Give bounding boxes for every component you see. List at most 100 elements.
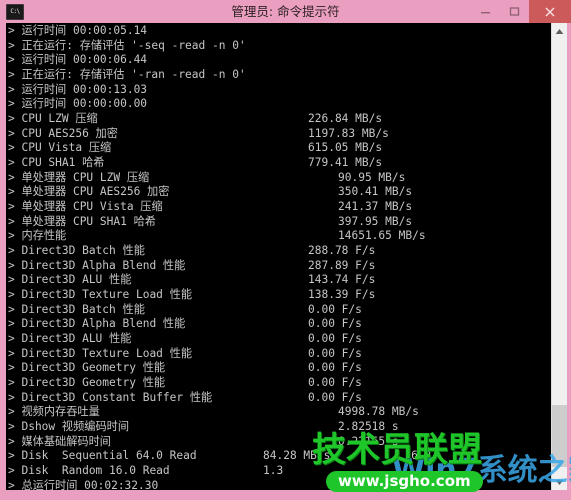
console-line-label: > Direct3D Batch 性能 — [8, 244, 145, 258]
console-line: > CPU Vista 压缩 615.05 MB/s — [8, 141, 544, 156]
console-line-label: > 视频内存吞吐量 — [8, 405, 100, 419]
scroll-up-arrow-icon[interactable] — [552, 23, 567, 39]
console-line-value: 0.00 F/s — [308, 317, 362, 331]
console-line-label: > Direct3D ALU 性能 — [8, 332, 132, 346]
window-controls — [471, 0, 571, 23]
console-line: > CPU LZW 压缩 226.84 MB/s — [8, 112, 544, 127]
console-line-label: > 运行时间 00:00:00.00 — [8, 97, 148, 111]
console-line: > 单处理器 CPU AES256 加密 350.41 MB/s — [8, 185, 544, 200]
scrollbar-thumb[interactable] — [552, 405, 567, 467]
console-line: > Direct3D ALU 性能 143.74 F/s — [8, 273, 544, 288]
console-line-value: 287.89 F/s — [308, 258, 376, 272]
console-line: > 媒体基础解码时间 0.22165 s — [8, 435, 544, 450]
console-line-value: 14651.65 MB/s — [338, 229, 426, 243]
console-line-value: 0.00 F/s — [308, 376, 362, 390]
console-line-label: > Direct3D Texture Load 性能 — [8, 346, 193, 360]
console-line-label: > 单处理器 CPU LZW 压缩 — [8, 170, 150, 184]
console-line-value: 1.3 — [263, 464, 284, 478]
console-line: > CPU AES256 加密 1197.83 MB/s — [8, 127, 544, 142]
console-line-value: 226.84 MB/s — [308, 112, 383, 126]
console-line: > Direct3D Geometry 性能 0.00 F/s — [8, 376, 544, 391]
console-line-label: > 单处理器 CPU AES256 加密 — [8, 185, 170, 199]
console-line-value: 2.82518 s — [338, 420, 399, 434]
console-line-value: 0.00 F/s — [308, 346, 362, 360]
console-line-value: 1197.83 MB/s — [308, 126, 389, 140]
console-line-label: > Disk Random 16.0 Read — [8, 464, 170, 478]
console-output-area[interactable]: > 运行时间 00:00:05.14 > 正在运行: 存储评估 '-seq -re… — [6, 23, 551, 490]
console-line-label: > Direct3D Alpha Blend 性能 — [8, 317, 186, 331]
console-line-label: > Direct3D Texture Load 性能 — [8, 288, 193, 302]
console-line-value: 288.78 F/s — [308, 244, 376, 258]
console-line: > 运行时间 00:00:06.44 — [8, 53, 544, 68]
console-line: > Direct3D Batch 性能 288.78 F/s — [8, 244, 544, 259]
console-line: > 单处理器 CPU Vista 压缩 241.37 MB/s — [8, 200, 544, 215]
console-line-label: > 运行时间 00:00:13.03 — [8, 82, 148, 96]
console-text: > 运行时间 00:00:05.14 > 正在运行: 存储评估 '-seq -re… — [8, 24, 544, 490]
console-line: > Direct3D Batch 性能 0.00 F/s — [8, 303, 544, 318]
console-line: > 正在运行: 存储评估 '-ran -read -n 0' — [8, 68, 544, 83]
console-line: > Direct3D Constant Buffer 性能 0.00 F/s — [8, 391, 544, 406]
console-line: > Disk Sequential 64.0 Read 84.28 MB/s 6.… — [8, 449, 544, 464]
console-line-label: > 总运行时间 00:02:32.30 — [8, 478, 159, 490]
console-line-value: 241.37 MB/s — [338, 200, 413, 214]
console-line-label: > Disk Sequential 64.0 Read — [8, 449, 197, 463]
console-line: > 运行时间 00:00:05.14 — [8, 24, 544, 39]
console-line: > 运行时间 00:00:13.03 — [8, 83, 544, 98]
system-menu-icon[interactable]: C:\ — [6, 3, 24, 20]
console-line-value: 779.41 MB/s — [308, 156, 383, 170]
close-button[interactable] — [529, 0, 571, 23]
console-line-value: 0.00 F/s — [308, 332, 362, 346]
console-line: > Direct3D Texture Load 性能 138.39 F/s — [8, 288, 544, 303]
console-line-label: > Direct3D Geometry 性能 — [8, 376, 166, 390]
vertical-scrollbar[interactable] — [551, 23, 567, 490]
console-line: > Disk Random 16.0 Read 1.3 — [8, 464, 544, 479]
console-line-label: > Direct3D Constant Buffer 性能 — [8, 390, 213, 404]
console-line-label: > 运行时间 00:00:06.44 — [8, 53, 148, 67]
console-line: > Direct3D Geometry 性能 0.00 F/s — [8, 361, 544, 376]
console-line-value: 0.00 F/s — [308, 361, 362, 375]
minimize-button[interactable] — [471, 0, 500, 23]
scroll-down-arrow-icon[interactable] — [552, 474, 567, 490]
console-line-value: 90.95 MB/s — [338, 170, 406, 184]
console-line: > Direct3D ALU 性能 0.00 F/s — [8, 332, 544, 347]
console-line-label: > CPU Vista 压缩 — [8, 141, 112, 155]
console-line-value: 350.41 MB/s — [338, 185, 413, 199]
console-line: > 运行时间 00:00:00.00 — [8, 97, 544, 112]
console-line-label: > CPU AES256 加密 — [8, 126, 118, 140]
console-line: > Direct3D Alpha Blend 性能 287.89 F/s — [8, 259, 544, 274]
console-line: > Direct3D Alpha Blend 性能 0.00 F/s — [8, 317, 544, 332]
console-line: > Direct3D Texture Load 性能 0.00 F/s — [8, 347, 544, 362]
console-line-label: > CPU LZW 压缩 — [8, 112, 98, 126]
console-line-label: > Direct3D Alpha Blend 性能 — [8, 258, 186, 272]
console-line-label: > 正在运行: 存储评估 '-ran -read -n 0' — [8, 68, 246, 82]
console-line-value: 397.95 MB/s — [338, 214, 413, 228]
console-line-label: > Dshow 视频编码时间 — [8, 420, 130, 434]
console-line-value: 615.05 MB/s — [308, 141, 383, 155]
title-bar[interactable]: C:\ 管理员: 命令提示符 — [0, 0, 571, 23]
console-line-label: > 单处理器 CPU Vista 压缩 — [8, 200, 163, 214]
console-line: > Dshow 视频编码时间 2.82518 s — [8, 420, 544, 435]
console-line-label: > 媒体基础解码时间 — [8, 434, 111, 448]
console-line-label: > Direct3D ALU 性能 — [8, 273, 132, 287]
console-line-label: > 正在运行: 存储评估 '-seq -read -n 0' — [8, 38, 246, 52]
console-line-label: > Direct3D Geometry 性能 — [8, 361, 166, 375]
console-line-value: 4998.78 MB/s — [338, 405, 419, 419]
console-line: > 单处理器 CPU LZW 压缩 90.95 MB/s — [8, 171, 544, 186]
console-line-label: > CPU SHA1 哈希 — [8, 156, 105, 170]
console-line: > CPU SHA1 哈希 779.41 MB/s — [8, 156, 544, 171]
console-line-value: 0.00 F/s — [308, 390, 362, 404]
console-line-value: 0.00 F/s — [308, 302, 362, 316]
console-line-value: 84.28 MB/s 6.3 — [263, 449, 432, 463]
console-line: > 正在运行: 存储评估 '-seq -read -n 0' — [8, 39, 544, 54]
maximize-button[interactable] — [500, 0, 529, 23]
console-line: > 总运行时间 00:02:32.30 — [8, 479, 544, 490]
console-line: > 单处理器 CPU SHA1 哈希 397.95 MB/s — [8, 215, 544, 230]
console-line-label: > 运行时间 00:00:05.14 — [8, 24, 148, 37]
console-line: > 内存性能 14651.65 MB/s — [8, 229, 544, 244]
console-line-value: 138.39 F/s — [308, 288, 376, 302]
console-line-label: > 内存性能 — [8, 229, 67, 243]
console-line-label: > 单处理器 CPU SHA1 哈希 — [8, 214, 156, 228]
console-line-value: 0.22165 s — [338, 434, 399, 448]
console-line: > 视频内存吞吐量 4998.78 MB/s — [8, 405, 544, 420]
console-line-label: > Direct3D Batch 性能 — [8, 302, 145, 316]
